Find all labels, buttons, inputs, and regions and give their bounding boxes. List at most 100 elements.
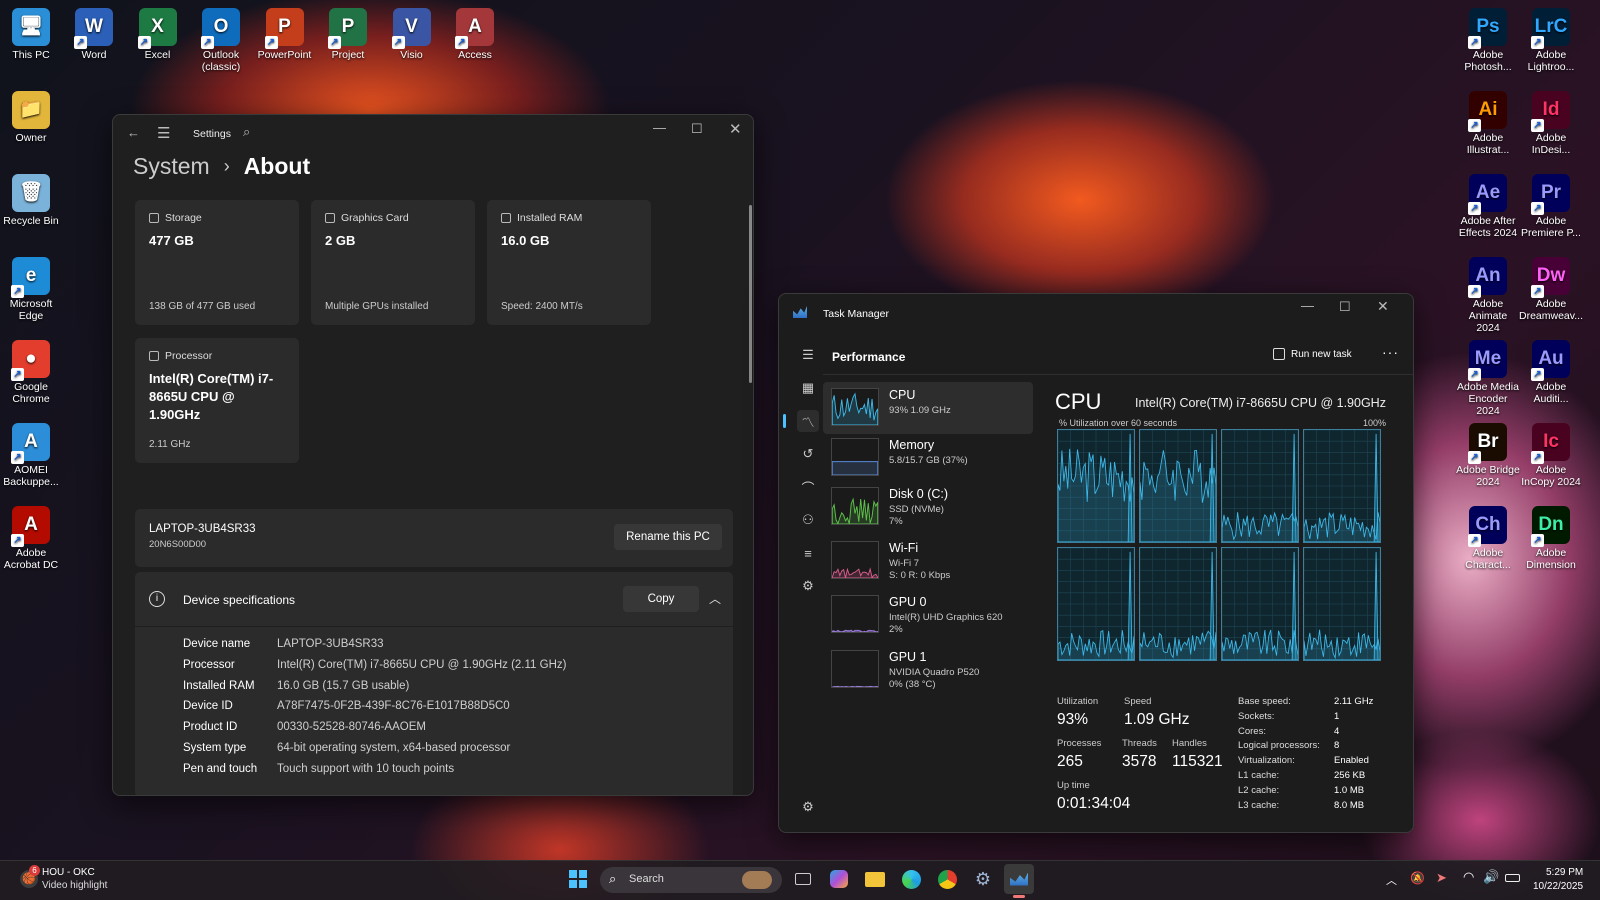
rename-pc-button[interactable]: Rename this PC [614, 524, 722, 550]
perf-item-detail: NVIDIA Quadro P520 [889, 667, 980, 678]
desktop-left-6[interactable]: AAdobe Acrobat DC [0, 506, 63, 571]
desktop-right-8[interactable]: MeAdobe Media Encoder 2024 [1456, 340, 1520, 417]
perf-item-3[interactable]: Wi-Fi Wi-Fi 7 S: 0 R: 0 Kbps [823, 535, 1033, 587]
desktop-left-6-label: Adobe Acrobat DC [3, 547, 59, 571]
chevron-up-icon[interactable]: ︿ [709, 590, 721, 607]
desktop-top-1-label: Excel [144, 49, 171, 61]
desktop-left-4[interactable]: ●Google Chrome [0, 340, 63, 405]
users-icon[interactable]: ⚇ [797, 509, 819, 531]
perf-thumbnail [831, 541, 879, 579]
breadcrumb-system[interactable]: System [133, 153, 210, 180]
desktop-top-0-icon: W [74, 8, 113, 49]
volume-icon[interactable]: 🔊 [1483, 869, 1499, 885]
back-arrow-icon[interactable]: ← [127, 125, 140, 140]
desktop-top-1[interactable]: XExcel [126, 8, 190, 61]
perf-item-4[interactable]: GPU 0 Intel(R) UHD Graphics 620 2% [823, 589, 1033, 641]
storage-card: Storage 477 GB 138 GB of 477 GB used [135, 200, 299, 325]
services-icon[interactable]: ⚙ [797, 575, 819, 597]
desktop-left-1-icon: 📁 [12, 91, 50, 129]
desktop-right-7[interactable]: DwAdobe Dreamweav... [1519, 257, 1583, 322]
edge-taskbar-icon[interactable] [896, 864, 926, 894]
chrome-taskbar-icon[interactable] [932, 864, 962, 894]
copy-button[interactable]: Copy [623, 586, 699, 612]
desktop-top-0[interactable]: WWord [62, 8, 126, 61]
desktop-right-3[interactable]: IdAdobe InDesi... [1519, 91, 1583, 156]
desktop-right-13[interactable]: DnAdobe Dimension [1519, 506, 1583, 571]
taskbar-search[interactable]: ⌕ Search [600, 867, 782, 893]
active-app-indicator [1013, 895, 1025, 898]
run-new-task-button[interactable]: Run new task [1273, 348, 1352, 360]
tm-maximize-button[interactable]: ☐ [1339, 299, 1351, 315]
cpu-spec-key: Virtualization: [1238, 755, 1295, 767]
storage-sub: 138 GB of 477 GB used [149, 301, 256, 312]
desktop-top-2[interactable]: OOutlook (classic) [189, 8, 253, 73]
more-options-icon[interactable]: ··· [1382, 344, 1399, 360]
tm-close-button[interactable]: ✕ [1377, 298, 1389, 315]
clock-date[interactable]: 10/22/2025 [1533, 881, 1583, 892]
perf-item-detail-2: S: 0 R: 0 Kbps [889, 570, 951, 581]
tm-minimize-button[interactable]: — [1301, 298, 1314, 313]
perf-item-1[interactable]: Memory 5.8/15.7 GB (37%) [823, 432, 1033, 484]
task-view-icon[interactable] [788, 864, 818, 894]
desktop-right-1-icon: LrC [1531, 8, 1570, 49]
run-new-task-label: Run new task [1291, 348, 1352, 360]
desktop-right-5[interactable]: PrAdobe Premiere P... [1519, 174, 1583, 239]
graphics-icon [325, 213, 335, 223]
close-button[interactable]: ✕ [729, 120, 742, 138]
desktop-top-5[interactable]: VVisio [380, 8, 444, 61]
desktop-right-0[interactable]: PsAdobe Photosh... [1456, 8, 1520, 73]
desktop-right-0-label: Adobe Photosh... [1464, 49, 1512, 73]
clock-time[interactable]: 5:29 PM [1546, 867, 1583, 878]
desktop-left-2[interactable]: 🗑 Recycle Bin [0, 174, 63, 227]
desktop-left-0[interactable]: 🖥 This PC [0, 8, 63, 61]
storage-value: 477 GB [149, 233, 194, 248]
desktop-right-12[interactable]: ChAdobe Charact... [1456, 506, 1520, 571]
settings-gear-icon[interactable]: ⚙ [797, 796, 819, 818]
desktop-left-5[interactable]: AAOMEI Backuppe... [0, 423, 63, 488]
desktop-right-10[interactable]: BrAdobe Bridge 2024 [1456, 423, 1520, 488]
search-icon[interactable]: ⌕ [243, 124, 250, 140]
notifications-off-icon[interactable]: 🔕 [1410, 871, 1425, 885]
maximize-button[interactable]: ☐ [691, 121, 703, 137]
weather-widget[interactable]: 🏀 6 HOU - OKC Video highlight [18, 865, 138, 895]
copilot-icon[interactable] [824, 864, 854, 894]
perf-item-0[interactable]: CPU 93% 1.09 GHz [823, 382, 1033, 434]
chevron-up-tray-icon[interactable]: ︿ [1386, 872, 1397, 888]
cpu-core-graph [1221, 429, 1299, 543]
task-manager-taskbar-icon[interactable] [1004, 864, 1034, 894]
minimize-button[interactable]: — [653, 120, 666, 135]
desktop-right-1[interactable]: LrCAdobe Lightroo... [1519, 8, 1583, 73]
scrollbar[interactable] [749, 205, 752, 383]
battery-icon[interactable] [1505, 874, 1520, 882]
desktop-top-6[interactable]: AAccess [443, 8, 507, 61]
desktop-right-6[interactable]: AnAdobe Animate 2024 [1456, 257, 1520, 334]
perf-item-2[interactable]: Disk 0 (C:) SSD (NVMe) 7% [823, 481, 1033, 533]
windows-logo-icon [569, 870, 587, 888]
cpu-spec-value: 2.11 GHz [1334, 696, 1374, 707]
desktop-right-2-icon: Ai [1468, 91, 1507, 132]
desktop-right-2[interactable]: AiAdobe Illustrat... [1456, 91, 1520, 156]
desktop-right-4[interactable]: AeAdobe After Effects 2024 [1456, 174, 1520, 239]
desktop-left-3[interactable]: eMicrosoft Edge [0, 257, 63, 322]
desktop-top-4[interactable]: PProject [316, 8, 380, 61]
desktop-right-11[interactable]: IcAdobe InCopy 2024 [1519, 423, 1583, 488]
desktop-right-4-icon: Ae [1468, 174, 1507, 215]
desktop-right-9[interactable]: AuAdobe Auditi... [1519, 340, 1583, 405]
start-button[interactable] [563, 864, 593, 894]
desktop-left-1[interactable]: 📁 Owner [0, 91, 63, 144]
details-icon[interactable]: ≡ [797, 542, 819, 564]
processes-icon[interactable]: ▦ [797, 377, 819, 399]
desktop-top-3[interactable]: PPowerPoint [253, 8, 317, 61]
ram-card: Installed RAM 16.0 GB Speed: 2400 MT/s [487, 200, 651, 325]
desktop-right-4-label: Adobe After Effects 2024 [1458, 215, 1518, 239]
location-icon[interactable]: ➤ [1436, 870, 1447, 886]
file-explorer-icon[interactable] [860, 864, 890, 894]
startup-apps-icon[interactable]: ⌒ [797, 476, 819, 498]
perf-item-5[interactable]: GPU 1 NVIDIA Quadro P520 0% (38 °C) [823, 644, 1033, 696]
performance-icon[interactable]: 〽 [797, 410, 819, 432]
menu-icon[interactable]: ☰ [157, 124, 170, 142]
hamburger-icon[interactable]: ☰ [797, 344, 819, 366]
settings-taskbar-icon[interactable]: ⚙ [968, 864, 998, 894]
app-history-icon[interactable]: ↺ [797, 443, 819, 465]
wifi-icon[interactable]: ◠ [1463, 869, 1474, 885]
